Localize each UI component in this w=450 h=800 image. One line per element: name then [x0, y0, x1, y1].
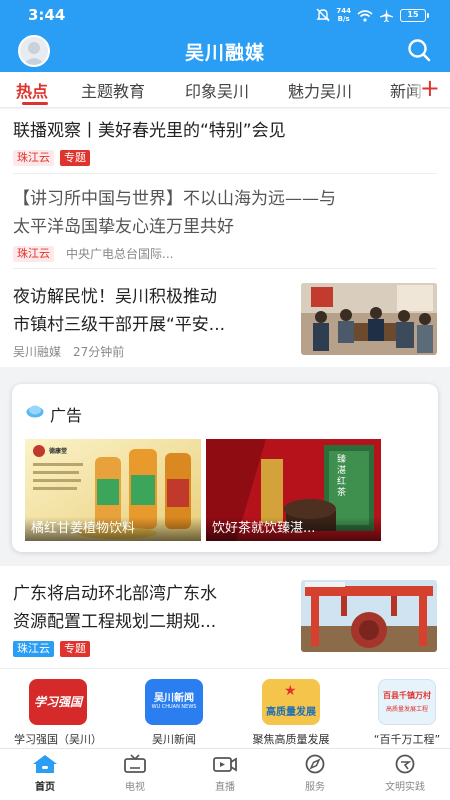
net-speed-value: 744	[336, 7, 351, 15]
tab-impression-wuchuan[interactable]: 印象吴川	[185, 78, 249, 102]
tab-hot[interactable]: 热点	[16, 78, 48, 102]
tv-icon	[124, 754, 146, 773]
shortcut-high-quality-development[interactable]: 高质量发展 ★ 聚焦高质量发展	[246, 679, 336, 747]
news-time: 27分钟前	[73, 345, 125, 359]
battery-icon: 15	[400, 8, 429, 22]
source-tag: 珠江云	[13, 150, 54, 166]
news-item-4[interactable]: 广东将启动环北部湾广东水 资源配置工程规划二期规... 珠江云 专题	[0, 566, 450, 668]
news-title-line-2: 市镇村三级干部开展“平安...	[13, 315, 226, 335]
live-camera-icon	[213, 757, 237, 772]
shortcut-label: 学习强国（吴川）	[14, 733, 102, 746]
news-source: 吴川融媒	[13, 345, 62, 359]
source-tag: 珠江云	[13, 641, 54, 657]
tab-charm-wuchuan[interactable]: 魅力吴川	[288, 78, 352, 102]
shortcut-xuexi-qiangguo[interactable]: 学习强国 学习强国（吴川）	[13, 679, 103, 747]
ad-section: 广告 德康堂 橘红甘姜植物饮料 臻湛红茶 饮好茶就饮臻湛...	[12, 384, 438, 552]
nav-home[interactable]: 首页	[10, 754, 80, 793]
source-tag: 珠江云	[13, 245, 54, 262]
shortcut-label: 聚焦高质量发展	[252, 733, 330, 746]
status-bar: 3:44 744 B/s 15	[0, 0, 450, 30]
ad-item-drink[interactable]: 德康堂 橘红甘姜植物饮料	[25, 439, 201, 541]
shortcut-icon-subtext: 高质量发展工程	[385, 706, 428, 713]
news-title: 联播观察丨美好春光里的“特别”会见	[13, 121, 286, 141]
shortcut-baiqianwan-project[interactable]: 百县千镇万村 高质量发展工程 “百千万工程”	[362, 679, 450, 747]
mute-icon	[316, 8, 331, 22]
star-icon: ★	[284, 683, 297, 699]
nav-label: 首页	[35, 782, 55, 793]
xuexi-qiangguo-icon: 学习强国	[29, 679, 87, 725]
airplane-mode-icon	[380, 8, 393, 22]
app-header: 吴川融媒	[0, 30, 450, 72]
wuchuan-news-icon: 吴川新闻 WU CHUAN NEWS	[145, 679, 203, 725]
nav-services[interactable]: 服务	[280, 754, 350, 793]
ad-caption: 橘红甘姜植物饮料	[25, 517, 201, 541]
add-channel-button[interactable]: +	[420, 76, 440, 100]
nav-label: 文明实践	[385, 782, 425, 793]
wifi-icon	[357, 9, 373, 22]
ad-brand-text: 臻湛红茶	[337, 455, 347, 498]
shortcut-icon-subtext: WU CHUAN NEWS	[151, 704, 197, 710]
nav-label: 服务	[305, 782, 325, 793]
cloud-icon	[26, 405, 44, 418]
shortcut-icon-text: 学习强国	[33, 695, 82, 709]
search-icon[interactable]	[406, 37, 432, 63]
news-item-1[interactable]: 联播观察丨美好春光里的“特别”会见 珠江云 专题	[0, 109, 450, 174]
shortcut-label: “百千万工程”	[373, 733, 441, 746]
bottom-navigation: 首页 电视 直播 服务 文明实践	[0, 748, 450, 800]
nav-live[interactable]: 直播	[190, 754, 260, 793]
nav-civilization-practice[interactable]: 文明实践	[370, 754, 440, 793]
high-quality-development-icon: 高质量发展 ★	[262, 679, 320, 725]
net-speed-unit: B/s	[337, 15, 350, 23]
home-icon	[33, 755, 57, 773]
ad-brand-text: 德康堂	[49, 448, 68, 455]
category-tabs: 热点 主题教育 印象吴川 魅力吴川 新闻 +	[0, 72, 450, 108]
nav-tv[interactable]: 电视	[100, 754, 170, 793]
status-time: 3:44	[28, 6, 66, 24]
app-title: 吴川融媒	[184, 42, 265, 64]
ad-item-tea[interactable]: 臻湛红茶 饮好茶就饮臻湛...	[206, 439, 381, 541]
shortcut-wuchuan-news[interactable]: 吴川新闻 WU CHUAN NEWS 吴川新闻	[129, 679, 219, 747]
civilization-practice-icon	[395, 754, 415, 774]
topic-tag: 专题	[60, 641, 90, 657]
news-item-2[interactable]: 【讲习所中国与世界】不以山海为远——与 太平洋岛国挚友心连万里共好 珠江云 中央…	[0, 174, 450, 269]
baiqianwan-project-icon: 百县千镇万村 高质量发展工程	[378, 679, 436, 725]
topic-tag: 专题	[60, 150, 90, 166]
news-title-line-2: 资源配置工程规划二期规...	[13, 612, 217, 632]
net-speed: 744 B/s	[336, 7, 351, 23]
nav-label: 直播	[215, 782, 235, 793]
news-thumbnail-meeting	[301, 283, 437, 355]
shortcut-icon-text: 高质量发展	[266, 707, 316, 718]
compass-icon	[305, 754, 325, 774]
news-title-line-2: 太平洋岛国挚友心连万里共好	[13, 217, 234, 237]
shortcut-bar: 学习强国 学习强国（吴川） 吴川新闻 WU CHUAN NEWS 吴川新闻 高质…	[0, 668, 450, 748]
shortcut-icon-text: 百县千镇万村	[383, 691, 431, 700]
news-title-line-1: 广东将启动环北部湾广东水	[13, 584, 217, 604]
active-tab-indicator	[22, 102, 48, 105]
nav-label: 电视	[125, 782, 145, 793]
ad-caption: 饮好茶就饮臻湛...	[206, 517, 381, 541]
news-title-line-1: 【讲习所中国与世界】不以山海为远——与	[13, 189, 336, 209]
news-source: 中央广电总台国际...	[66, 247, 174, 261]
ad-section-title: 广告	[50, 406, 83, 425]
news-title-line-1: 夜访解民忧！吴川积极推动	[13, 287, 217, 307]
shortcut-label: 吴川新闻	[152, 733, 196, 746]
news-thumbnail-construction	[301, 580, 437, 652]
tab-theme-education[interactable]: 主题教育	[81, 78, 145, 102]
shortcut-icon-text: 吴川新闻	[154, 693, 194, 704]
news-item-3[interactable]: 夜访解民忧！吴川积极推动 市镇村三级干部开展“平安... 吴川融媒 27分钟前	[0, 269, 450, 367]
